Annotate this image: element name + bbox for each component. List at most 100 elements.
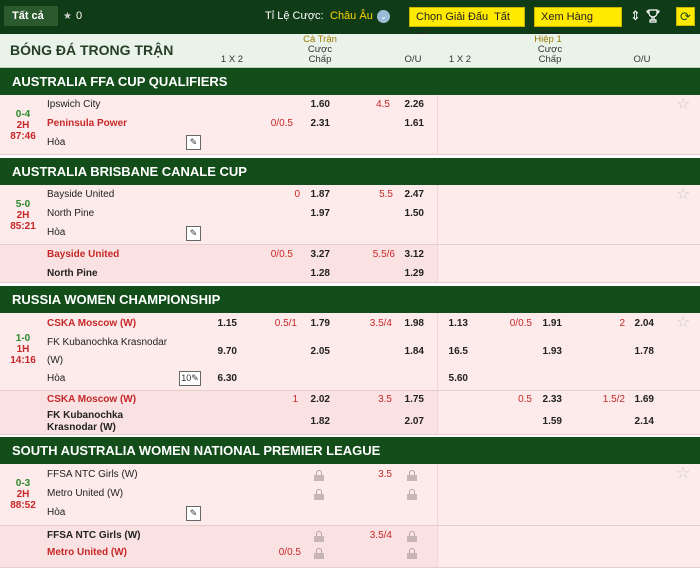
handicap-away-odds[interactable]: 2.31 — [300, 118, 330, 130]
draw-label: Hòa — [47, 137, 66, 148]
odds-type-select[interactable]: Châu Âu — [330, 10, 373, 22]
ou-over-odds[interactable]: 1.98 — [394, 318, 424, 330]
ou-line: 3.5 — [378, 469, 392, 480]
view-single-button[interactable]: Xem Hàng Đơn — [534, 7, 622, 41]
match-period: 2H — [16, 120, 30, 131]
handicap-line: 0/0.5 — [270, 118, 293, 129]
handicap-away-odds[interactable]: 1.82 — [300, 416, 330, 428]
ou-over-odds[interactable]: 2.47 — [394, 189, 424, 201]
match-score: 1-0 — [15, 333, 31, 344]
match-clock: 14:16 — [10, 355, 36, 366]
match-status: 0-4 2H 87:46 — [4, 109, 42, 142]
sort-icon[interactable]: ⇕ — [630, 8, 641, 24]
live-stream-icon[interactable]: ✎ — [186, 506, 201, 521]
trophy-icon[interactable] — [645, 8, 661, 27]
match-row: 5-0 2H 85:21 Bayside United North Pine H… — [0, 185, 700, 245]
h1-1x2-away-odds[interactable]: 16.5 — [438, 346, 468, 358]
ou-under-odds[interactable]: 1.84 — [394, 346, 424, 358]
more-markets-count: 10 — [181, 373, 192, 383]
home-team: CSKA Moscow (W) — [47, 318, 137, 329]
home-team: CSKA Moscow (W) — [47, 394, 137, 405]
h1-ou-over-odds[interactable]: 1.69 — [624, 394, 654, 406]
ft-1x2-home-odds[interactable]: 1.15 — [207, 318, 237, 330]
league-header[interactable]: SOUTH AUSTRALIA WOMEN NATIONAL PREMIER L… — [0, 437, 700, 464]
handicap-away-odds[interactable]: 1.28 — [300, 268, 330, 280]
away-team: Peninsula Power — [47, 118, 128, 129]
ou-under-odds[interactable]: 1.29 — [394, 268, 424, 280]
choose-league-label: Chọn Giải Đấu — [416, 11, 489, 23]
ft-1x2-draw-odds[interactable]: 6.30 — [207, 373, 237, 385]
h1-1x2-draw-odds[interactable]: 5.60 — [438, 373, 468, 385]
handicap-away-odds[interactable]: 1.97 — [300, 208, 330, 220]
h1-handicap-away-odds[interactable]: 1.93 — [532, 346, 562, 358]
match-clock: 88:52 — [10, 500, 36, 511]
chevron-down-icon[interactable]: ⌄ — [377, 10, 390, 23]
ou-over-odds[interactable]: 2.26 — [394, 99, 424, 111]
match-clock: 87:46 — [10, 131, 36, 142]
first-half-pane — [437, 185, 700, 244]
h1-1x2-home-odds[interactable]: 1.13 — [438, 318, 468, 330]
favorite-star-icon[interactable]: ☆ — [676, 187, 690, 203]
match-status: 5-0 2H 85:21 — [4, 199, 42, 232]
ou-under-odds[interactable]: 2.07 — [394, 416, 424, 428]
handicap-home-odds[interactable]: 1.79 — [300, 318, 330, 330]
match-status: 0-3 2H 88:52 — [4, 478, 42, 511]
favorite-star-icon[interactable]: ☆ — [676, 466, 690, 482]
home-team: Ipswich City — [47, 99, 101, 110]
ft-1x2-away-odds[interactable]: 9.70 — [207, 346, 237, 358]
lock-icon — [407, 489, 417, 500]
ou-under-odds[interactable]: 1.61 — [394, 118, 424, 130]
h1-handicap-home-odds[interactable]: 2.33 — [532, 394, 562, 406]
refresh-icon[interactable]: ⟳ — [676, 7, 695, 26]
handicap-home-odds[interactable]: 2.02 — [300, 394, 330, 406]
more-markets-icon[interactable]: 10✎ — [179, 371, 201, 386]
draw-label: Hòa — [47, 227, 66, 238]
away-team-suffix: Krasnodar (W) — [47, 422, 116, 433]
favorites-count-value: 0 — [75, 10, 83, 22]
league-header[interactable]: AUSTRALIA FFA CUP QUALIFIERS — [0, 68, 700, 95]
live-stream-icon[interactable]: ✎ — [186, 226, 201, 241]
favorite-star-icon[interactable]: ☆ — [676, 97, 690, 113]
ou-line: 3.5 — [378, 394, 392, 405]
favorite-star-icon[interactable]: ☆ — [676, 315, 690, 331]
handicap-home-odds[interactable]: 1.87 — [300, 189, 330, 201]
h1-handicap-home-odds[interactable]: 1.91 — [532, 318, 562, 330]
ou-line: 4.5 — [376, 99, 390, 110]
match-row: 1-0 1H 14:16 CSKA Moscow (W) FK Kubanoch… — [0, 313, 700, 391]
match-row: 0-4 2H 87:46 Ipswich City Peninsula Powe… — [0, 95, 700, 155]
league-header[interactable]: RUSSIA WOMEN CHAMPIONSHIP — [0, 286, 700, 313]
h1-ou-over-odds[interactable]: 2.04 — [624, 318, 654, 330]
live-stream-icon[interactable]: ✎ — [186, 135, 201, 150]
match-row-alt-line: FFSA NTC Girls (W) Metro United (W) 0/0.… — [0, 526, 700, 568]
ou-line: 5.5/6 — [372, 249, 395, 260]
h1-handicap-away-odds[interactable]: 1.59 — [532, 416, 562, 428]
favorites-count[interactable]: ★ 0 — [63, 6, 82, 26]
choose-league-button[interactable]: Chọn Giải Đấu Tất cả — [409, 7, 525, 41]
ou-line: 5.5 — [379, 189, 393, 200]
handicap-home-odds[interactable]: 3.27 — [300, 249, 330, 261]
handicap-line: 0/0.5 — [270, 249, 293, 260]
handicap-away-odds[interactable]: 2.05 — [300, 346, 330, 358]
ou-under-odds[interactable]: 1.50 — [394, 208, 424, 220]
handicap-line: 1 — [292, 394, 298, 405]
match-clock: 85:21 — [10, 221, 36, 232]
h1-ou-under-odds[interactable]: 2.14 — [624, 416, 654, 428]
ou-over-odds[interactable]: 1.75 — [394, 394, 424, 406]
match-period: 2H — [16, 210, 30, 221]
away-team: FK Kubanochka Krasnodar — [47, 337, 168, 348]
lock-icon — [314, 470, 324, 481]
h1-ou-under-odds[interactable]: 1.78 — [624, 346, 654, 358]
handicap-line: 0.5/1 — [274, 318, 297, 329]
lock-icon — [314, 489, 324, 500]
away-team: FK Kubanochka — [47, 410, 124, 421]
tab-all[interactable]: Tất cả — [4, 6, 58, 26]
handicap-line: 0 — [294, 189, 300, 200]
favorite-star-icon: ★ — [63, 11, 72, 22]
ou-over-odds[interactable]: 3.12 — [394, 249, 424, 261]
handicap-home-odds[interactable]: 1.60 — [300, 99, 330, 111]
league-header[interactable]: AUSTRALIA BRISBANE CANALE CUP — [0, 158, 700, 185]
home-team: Bayside United — [47, 249, 120, 260]
first-half-pane — [437, 313, 700, 390]
away-team: North Pine — [47, 208, 95, 219]
lock-icon — [407, 531, 417, 542]
